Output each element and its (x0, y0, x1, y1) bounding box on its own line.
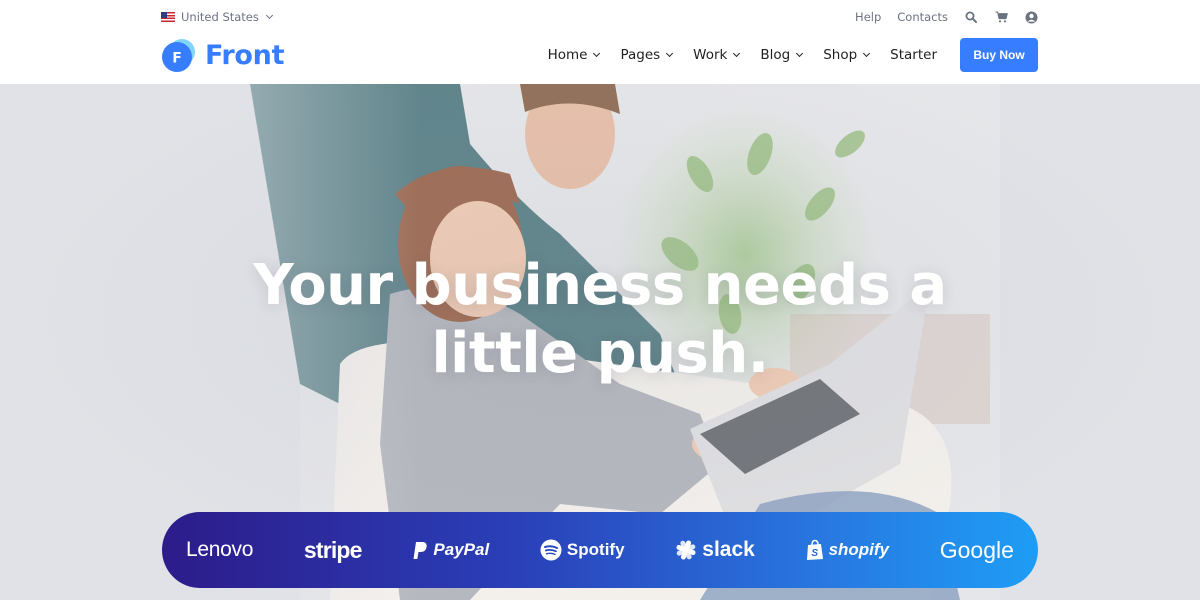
partner-google-logo: Google (940, 537, 1014, 564)
brand-name: Front (205, 39, 285, 71)
spotify-icon (540, 539, 562, 561)
nav-item-label: Pages (620, 47, 661, 63)
nav-item-home[interactable]: Home (547, 47, 601, 63)
chevron-down-icon (593, 49, 601, 58)
top-bar: United States Help Contacts (161, 7, 1038, 27)
chevron-down-icon (796, 49, 804, 58)
partner-label: stripe (303, 536, 363, 563)
nav-item-starter[interactable]: Starter (890, 47, 937, 63)
partner-paypal-logo: PayPal (412, 540, 489, 560)
partner-label: Google (939, 536, 1014, 563)
logo-letter: F (172, 51, 182, 67)
partner-lenovo-logo: Lenovo (186, 538, 253, 562)
partner-shopify-logo: S shopify (806, 539, 889, 561)
front-logo-icon: F (161, 37, 197, 73)
headline-line-2: little push. (431, 321, 769, 386)
main-nav-bar: F Front Home Pages Work Blog Shop Starte… (161, 34, 1038, 76)
nav-item-label: Work (693, 47, 728, 63)
us-flag-icon (161, 12, 175, 22)
nav-item-pages[interactable]: Pages (620, 47, 674, 63)
shopify-bag-icon: S (806, 539, 823, 560)
nav-item-label: Shop (823, 47, 858, 63)
nav-item-shop[interactable]: Shop (823, 47, 871, 63)
partner-stripe-logo: stripe (303, 536, 363, 564)
nav-item-blog[interactable]: Blog (760, 47, 804, 63)
partner-label: Spotify (566, 540, 625, 559)
brand-logo[interactable]: F Front (161, 37, 285, 73)
headline-line-1: Your business needs a (253, 253, 947, 318)
nav-item-label: Blog (760, 47, 791, 63)
nav-item-label: Home (547, 47, 588, 63)
nav-item-label: Starter (890, 47, 937, 63)
partner-spotify-logo: Spotify (540, 539, 625, 561)
site-header: United States Help Contacts F Front Home… (0, 0, 1200, 84)
hero-headline: Your business needs a little push. (0, 252, 1200, 388)
chevron-down-icon (666, 49, 674, 58)
search-icon[interactable] (964, 10, 978, 24)
help-link[interactable]: Help (855, 10, 881, 24)
svg-text:S: S (811, 548, 818, 559)
buy-now-button[interactable]: Buy Now (960, 38, 1038, 72)
cart-icon[interactable] (994, 10, 1008, 24)
locale-label: United States (181, 10, 259, 24)
locale-selector[interactable]: United States (161, 10, 273, 24)
partner-label: Lenovo (186, 538, 254, 561)
partner-label: slack (702, 538, 755, 561)
user-icon[interactable] (1024, 10, 1038, 24)
nav-item-work[interactable]: Work (693, 47, 741, 63)
paypal-icon (413, 541, 428, 559)
contacts-link[interactable]: Contacts (897, 10, 948, 24)
partner-label: shopify (828, 540, 890, 559)
primary-nav: Home Pages Work Blog Shop Starter Buy No… (548, 38, 1038, 72)
partner-label: PayPal (433, 540, 490, 559)
partner-logo-strip: Lenovo stripe PayPal Spotify slack S sho… (162, 512, 1038, 588)
chevron-down-icon (863, 49, 871, 58)
chevron-down-icon (265, 11, 273, 20)
partner-slack-logo: slack (675, 538, 755, 562)
slack-icon (676, 540, 696, 560)
chevron-down-icon (733, 49, 741, 58)
top-links: Help Contacts (855, 10, 1038, 24)
